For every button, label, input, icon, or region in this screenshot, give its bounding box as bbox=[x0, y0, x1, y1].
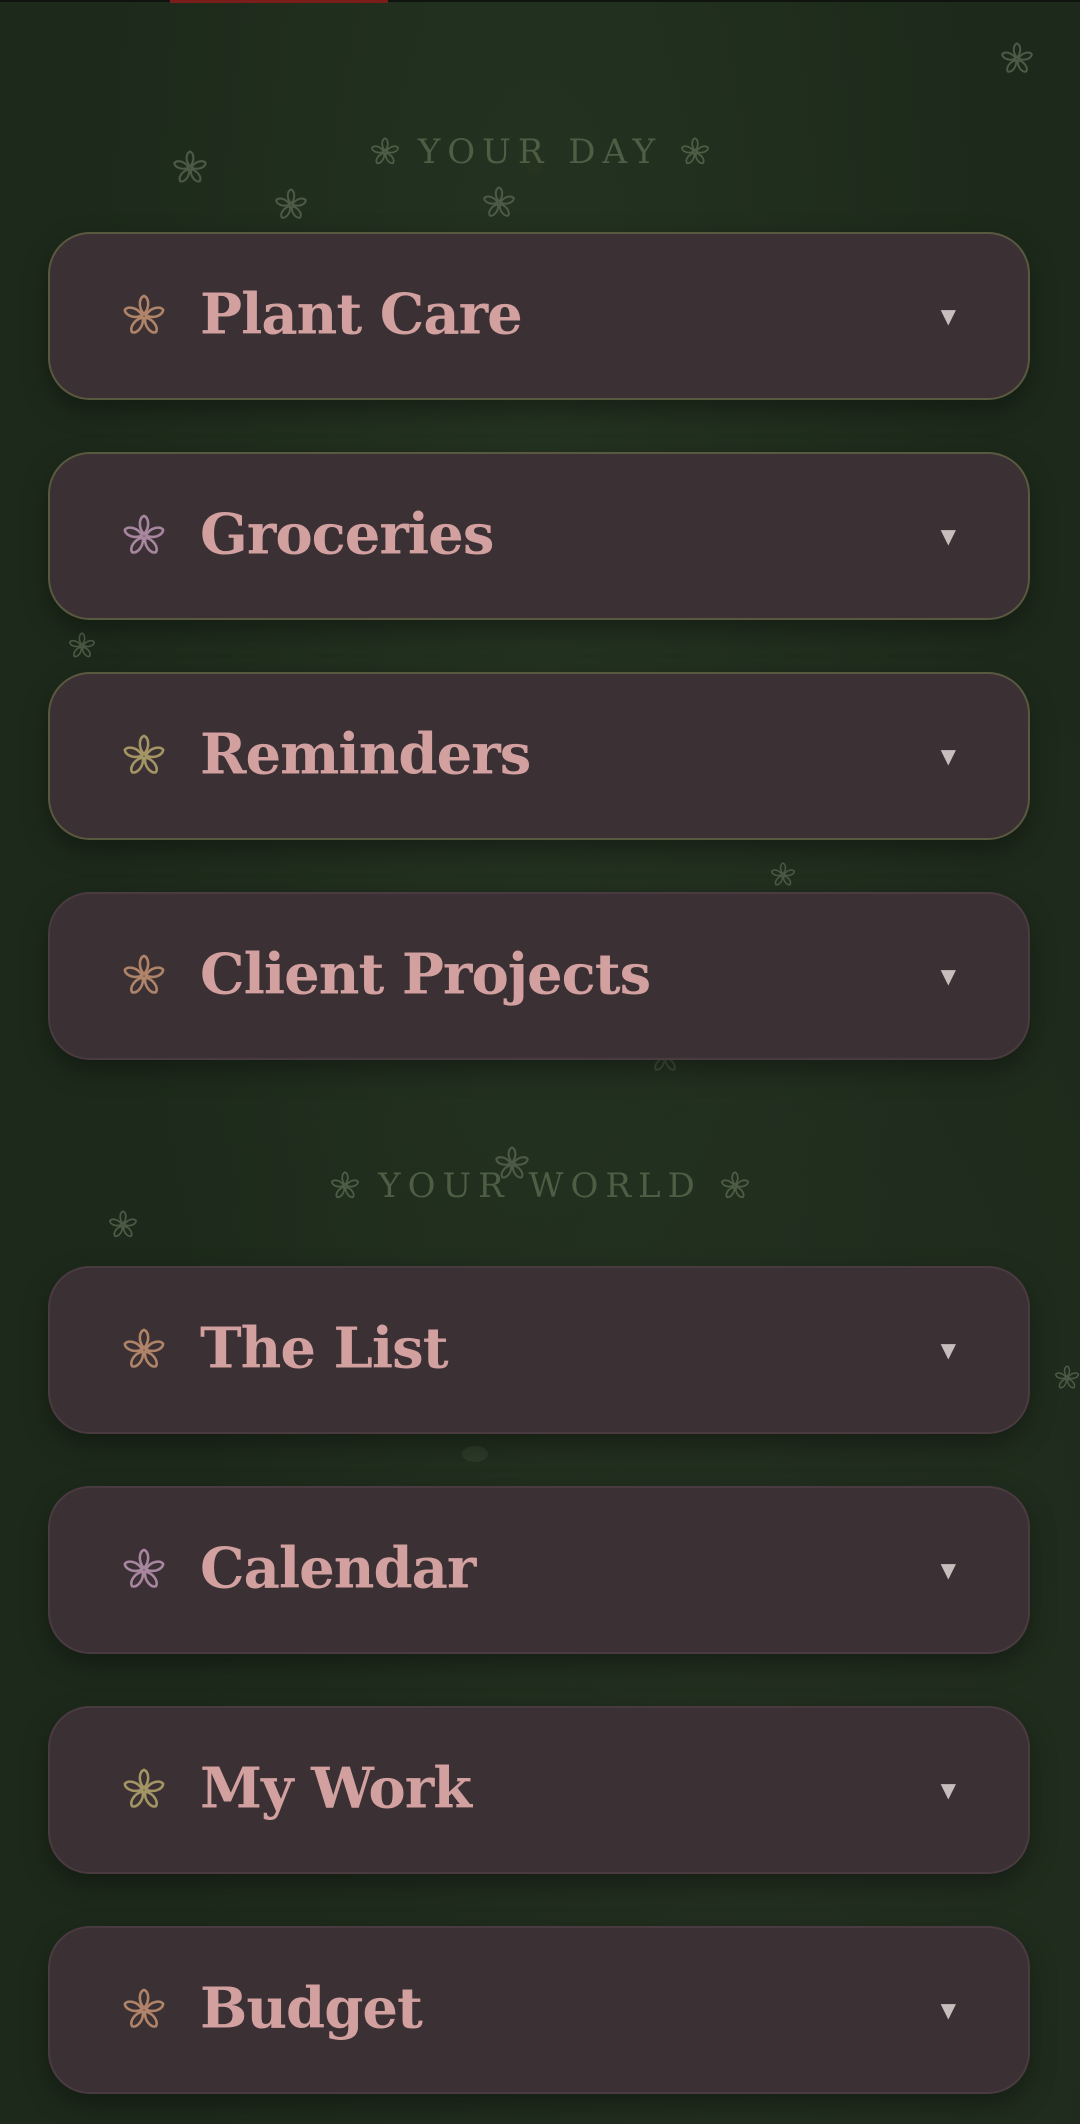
ornament-flower-icon bbox=[330, 1171, 360, 1200]
flower-icon bbox=[122, 1328, 166, 1371]
flower-icon bbox=[122, 954, 166, 997]
ornament-flower-icon bbox=[370, 137, 400, 166]
card-budget[interactable]: Budget ▼ bbox=[48, 1926, 1030, 2094]
top-edge bbox=[0, 0, 1080, 2]
card-plant-care[interactable]: Plant Care ▼ bbox=[48, 232, 1030, 400]
card-groceries[interactable]: Groceries ▼ bbox=[48, 452, 1030, 620]
chevron-down-icon[interactable]: ▼ bbox=[941, 1998, 956, 2022]
chevron-down-icon[interactable]: ▼ bbox=[941, 1778, 956, 1802]
card-label: The List bbox=[200, 1315, 449, 1382]
section-title-your-day: YOUR DAY bbox=[0, 132, 1080, 172]
flower-icon bbox=[122, 1768, 166, 1811]
card-label: My Work bbox=[200, 1755, 472, 1822]
top-accent-bar bbox=[170, 0, 388, 3]
chevron-down-icon[interactable]: ▼ bbox=[941, 1338, 956, 1362]
card-label: Client Projects bbox=[200, 941, 651, 1008]
card-the-list[interactable]: The List ▼ bbox=[48, 1266, 1030, 1434]
flower-icon bbox=[122, 1548, 166, 1591]
flower-icon bbox=[122, 514, 166, 557]
ornament-flower-icon bbox=[680, 137, 710, 166]
flower-icon bbox=[122, 1988, 166, 2031]
chevron-down-icon[interactable]: ▼ bbox=[941, 964, 956, 988]
chevron-down-icon[interactable]: ▼ bbox=[941, 744, 956, 768]
ornament-flower-icon bbox=[719, 1171, 750, 1200]
chevron-down-icon[interactable]: ▼ bbox=[941, 304, 956, 328]
flower-icon bbox=[122, 734, 166, 777]
flower-icon bbox=[122, 294, 166, 337]
card-label: Reminders bbox=[200, 721, 531, 788]
chevron-down-icon[interactable]: ▼ bbox=[941, 1558, 956, 1582]
card-label: Plant Care bbox=[200, 281, 523, 348]
card-label: Groceries bbox=[200, 501, 494, 568]
card-calendar[interactable]: Calendar ▼ bbox=[48, 1486, 1030, 1654]
card-label: Budget bbox=[200, 1975, 423, 2042]
card-my-work[interactable]: My Work ▼ bbox=[48, 1706, 1030, 1874]
section-title-your-world: YOUR WORLD bbox=[0, 1166, 1080, 1206]
card-reminders[interactable]: Reminders ▼ bbox=[48, 672, 1030, 840]
section-title-text: YOUR WORLD bbox=[378, 1166, 702, 1206]
chevron-down-icon[interactable]: ▼ bbox=[941, 524, 956, 548]
card-client-projects[interactable]: Client Projects ▼ bbox=[48, 892, 1030, 1060]
card-label: Calendar bbox=[200, 1535, 476, 1602]
section-title-text: YOUR DAY bbox=[417, 132, 663, 172]
